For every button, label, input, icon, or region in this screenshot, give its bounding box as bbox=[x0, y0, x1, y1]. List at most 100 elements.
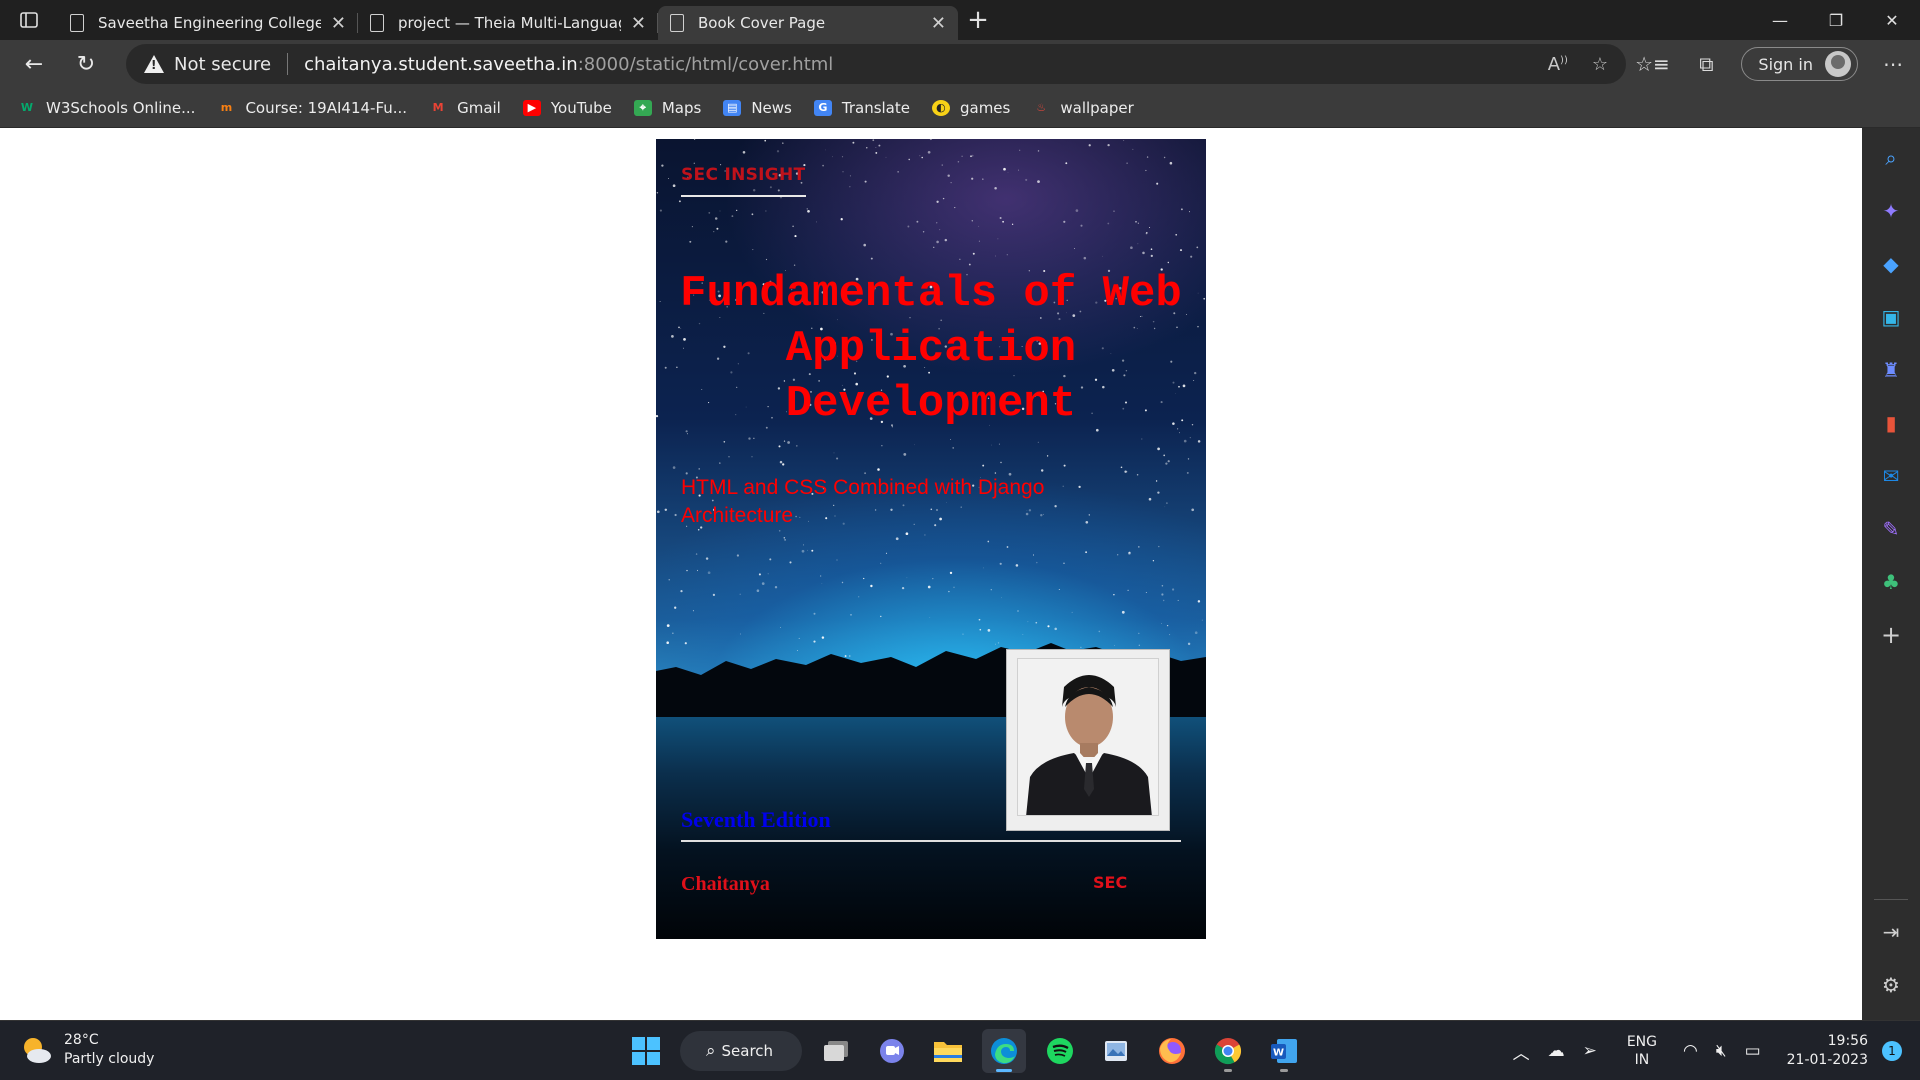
refresh-button[interactable]: ↻ bbox=[60, 40, 112, 88]
edge-taskbar-button[interactable] bbox=[982, 1029, 1026, 1073]
book-cover: SEC INSIGHT Fundamentals of Web Applicat… bbox=[656, 139, 1206, 939]
translate-icon: G bbox=[813, 99, 832, 116]
author-photo bbox=[1006, 649, 1170, 831]
favorite-translate[interactable]: G Translate bbox=[813, 99, 910, 117]
close-icon[interactable]: ✕ bbox=[331, 13, 346, 34]
word-icon: W bbox=[1271, 1039, 1297, 1063]
volume-muted-icon[interactable]: 🔇︎ bbox=[1716, 1041, 1727, 1061]
favorite-course[interactable]: m Course: 19AI414-Fu... bbox=[217, 99, 407, 117]
back-button[interactable]: ← bbox=[8, 40, 60, 88]
book-subtitle: HTML and CSS Combined with Django Archit… bbox=[681, 476, 1045, 527]
publisher-name: SEC bbox=[1093, 873, 1128, 892]
svg-text:W: W bbox=[1273, 1048, 1284, 1059]
chrome-button[interactable] bbox=[1206, 1029, 1250, 1073]
favorites-icon[interactable]: ☆≡ bbox=[1625, 52, 1679, 76]
task-view-button[interactable] bbox=[814, 1029, 858, 1073]
add-sidebar-app-icon[interactable]: + bbox=[1873, 617, 1909, 653]
favorite-news[interactable]: ▤ News bbox=[723, 99, 792, 117]
tab-actions-button[interactable] bbox=[0, 0, 58, 40]
tab-theia[interactable]: project — Theia Multi-Language ✕ bbox=[358, 7, 658, 39]
favorites-bar: W W3Schools Online... m Course: 19AI414-… bbox=[0, 88, 1920, 128]
maps-icon: ⌖ bbox=[633, 99, 652, 116]
region-code: IN bbox=[1634, 1052, 1650, 1068]
more-options-icon[interactable]: ⋯ bbox=[1866, 52, 1920, 76]
weather-widget[interactable]: 28°C Partly cloudy bbox=[20, 1031, 154, 1069]
tab-saveetha[interactable]: Saveetha Engineering College ✕ bbox=[58, 7, 358, 39]
w3schools-icon: W bbox=[20, 101, 34, 114]
games-icon: ◐ bbox=[931, 99, 950, 116]
shopping-tag-icon[interactable]: ◆ bbox=[1873, 246, 1909, 282]
search-icon[interactable]: ⌕ bbox=[1873, 140, 1909, 176]
teams-chat-button[interactable] bbox=[870, 1029, 914, 1073]
search-label: Search bbox=[721, 1042, 774, 1060]
wallpaper-icon: ♨ bbox=[1036, 101, 1047, 114]
favorite-label: games bbox=[959, 98, 1011, 117]
read-aloud-icon[interactable]: A)) bbox=[1548, 54, 1568, 75]
battery-icon[interactable]: ▭ bbox=[1745, 1041, 1761, 1061]
navigation-bar: ← ↻ Not secure chaitanya.student.saveeth… bbox=[0, 40, 1920, 88]
tree-icon[interactable]: ♣ bbox=[1873, 564, 1909, 600]
favorite-label: Course: 19AI414-Fu... bbox=[245, 98, 408, 117]
clock[interactable]: 19:56 21-01-2023 bbox=[1787, 1032, 1868, 1070]
folder-icon bbox=[934, 1042, 962, 1062]
location-arrow-icon[interactable]: ➢ bbox=[1583, 1041, 1597, 1061]
onedrive-cloud-icon[interactable]: ☁ bbox=[1548, 1041, 1565, 1061]
collections-icon[interactable]: ⧉ bbox=[1679, 52, 1733, 76]
favorite-games[interactable]: ◐ games bbox=[931, 98, 1011, 117]
toolbar-right: ☆≡ ⧉ Sign in ⋯ bbox=[1625, 40, 1920, 88]
tab-label: Book Cover Page bbox=[698, 14, 826, 32]
firefox-button[interactable] bbox=[1150, 1029, 1194, 1073]
close-icon[interactable]: ✕ bbox=[631, 13, 646, 34]
sidebar-bottom: ⇥ ⚙ bbox=[1862, 899, 1920, 1020]
task-view-icon bbox=[824, 1041, 848, 1061]
designer-icon[interactable]: ✎ bbox=[1873, 511, 1909, 547]
new-tab-button[interactable]: + bbox=[958, 0, 998, 40]
restore-icon[interactable]: ❐ bbox=[1808, 0, 1864, 40]
avatar bbox=[1825, 51, 1851, 77]
copilot-sparkle-icon[interactable]: ✦ bbox=[1873, 193, 1909, 229]
word-button[interactable]: W bbox=[1262, 1029, 1306, 1073]
file-explorer-button[interactable] bbox=[926, 1029, 970, 1073]
back-arrow-icon: ← bbox=[24, 51, 44, 77]
author-portrait bbox=[1017, 658, 1159, 816]
security-label[interactable]: Not secure bbox=[174, 54, 271, 75]
tab-label: project — Theia Multi-Language bbox=[398, 14, 621, 32]
add-favorite-icon[interactable]: ☆ bbox=[1592, 54, 1608, 75]
windows-taskbar: 28°C Partly cloudy ⌕ Search W ︿ ☁ ➢ ENG … bbox=[0, 1020, 1920, 1080]
spotify-button[interactable] bbox=[1038, 1029, 1082, 1073]
spotify-icon bbox=[1047, 1038, 1073, 1064]
favorite-label: wallpaper bbox=[1060, 98, 1134, 117]
system-tray: ︿ ☁ ➢ ENG IN ◠ 🔇︎ ▭ 19:56 21-01-2023 1 bbox=[1513, 1021, 1920, 1080]
running-indicator bbox=[1224, 1069, 1232, 1072]
favorite-youtube[interactable]: ▶ YouTube bbox=[522, 99, 612, 117]
address-bar[interactable]: Not secure chaitanya.student.saveetha.in… bbox=[126, 44, 1626, 84]
games-chess-icon[interactable]: ♜ bbox=[1873, 352, 1909, 388]
input-language[interactable]: ENG IN bbox=[1627, 1033, 1657, 1069]
favorite-maps[interactable]: ⌖ Maps bbox=[633, 99, 701, 117]
close-window-icon[interactable]: ✕ bbox=[1864, 0, 1920, 40]
gmail-icon: M bbox=[432, 101, 444, 114]
notification-badge[interactable]: 1 bbox=[1882, 1041, 1902, 1061]
taskbar-apps: ⌕ Search W bbox=[624, 1027, 1306, 1075]
tools-briefcase-icon[interactable]: ▣ bbox=[1873, 299, 1909, 335]
hide-sidebar-icon[interactable]: ⇥ bbox=[1873, 914, 1909, 950]
address-separator bbox=[287, 53, 289, 75]
tab-book-cover[interactable]: Book Cover Page ✕ bbox=[658, 6, 958, 40]
settings-gear-icon[interactable]: ⚙ bbox=[1873, 967, 1909, 1003]
sign-in-button[interactable]: Sign in bbox=[1741, 47, 1858, 81]
wifi-icon[interactable]: ◠ bbox=[1683, 1041, 1698, 1061]
favorite-wallpaper[interactable]: ♨ wallpaper bbox=[1032, 99, 1133, 117]
moodle-icon: m bbox=[220, 101, 233, 114]
photos-button[interactable] bbox=[1094, 1029, 1138, 1073]
outlook-icon[interactable]: ✉ bbox=[1873, 458, 1909, 494]
favorite-w3schools[interactable]: W W3Schools Online... bbox=[18, 99, 196, 117]
favorite-gmail[interactable]: M Gmail bbox=[429, 99, 501, 117]
start-button[interactable] bbox=[624, 1029, 668, 1073]
office-icon[interactable]: ▮ bbox=[1873, 405, 1909, 441]
close-icon[interactable]: ✕ bbox=[931, 13, 946, 34]
show-hidden-icons-chevron-icon[interactable]: ︿ bbox=[1513, 1039, 1530, 1064]
minimize-icon[interactable]: — bbox=[1752, 0, 1808, 40]
refresh-icon: ↻ bbox=[76, 51, 96, 77]
taskbar-search[interactable]: ⌕ Search bbox=[680, 1031, 802, 1071]
chrome-icon bbox=[1214, 1038, 1242, 1065]
